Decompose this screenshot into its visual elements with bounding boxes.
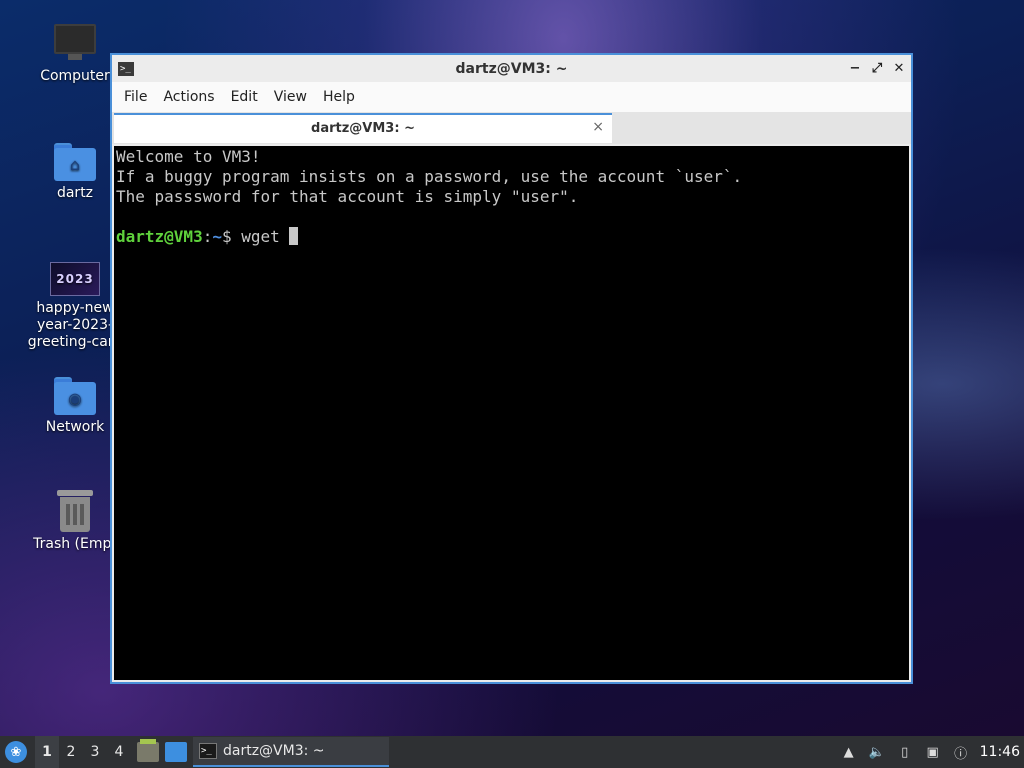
workspace-3[interactable]: 3 [83,736,107,768]
tray-expand-icon[interactable]: ▲ [840,743,858,761]
system-tray: ▲ 🔈 ▯ ▣ ⓘ [840,743,970,762]
network-folder-icon: ◉ [54,377,96,415]
home-folder-icon: ⌂ [54,143,96,181]
taskbar-task-terminal[interactable]: >_ dartz@VM3: ~ [193,737,389,767]
workspace-1[interactable]: 1 [35,736,59,768]
desktop-icon-label: dartz [56,185,94,201]
prompt-path: ~ [212,227,222,246]
prompt-symbol: $ [221,227,242,246]
start-menu-icon[interactable]: ❀ [5,741,27,763]
tab-label: dartz@VM3: ~ [311,121,415,136]
close-button[interactable]: ✕ [891,59,907,77]
taskbar: ❀ 1 2 3 4 >_ dartz@VM3: ~ ▲ 🔈 ▯ ▣ ⓘ 11:4… [0,736,1024,768]
prompt-colon: : [202,227,213,246]
volume-icon[interactable]: 🔈 [868,743,886,761]
tab-close-icon[interactable]: × [592,119,604,135]
terminal-icon: >_ [199,743,217,759]
computer-icon [54,24,96,64]
trash-icon [57,490,93,532]
menu-file[interactable]: File [116,82,155,112]
workspace-2[interactable]: 2 [59,736,83,768]
image-file-icon: 2023 [50,262,100,296]
maximize-button[interactable]: ⤢ [869,59,885,77]
window-title: dartz@VM3: ~ [455,60,568,77]
clock[interactable]: 11:46 [980,744,1020,760]
text-cursor [289,227,299,245]
network-icon[interactable]: ▣ [924,743,942,761]
terminal-line: The passsword for that account is simply… [116,187,579,206]
terminal-window: >_ dartz@VM3: ~ − ⤢ ✕ File Actions Edit … [110,53,913,684]
desktop-icon-label: Trash (Empt [33,536,117,552]
terminal-app-icon[interactable]: >_ [118,61,134,76]
clipboard-icon[interactable]: ▯ [896,743,914,761]
terminal-line: Welcome to VM3! [116,147,261,166]
menu-edit[interactable]: Edit [223,82,266,112]
command-input[interactable]: wget [241,227,289,246]
terminal-tab[interactable]: dartz@VM3: ~ × [114,113,612,143]
tab-bar: dartz@VM3: ~ × [112,112,911,144]
menu-actions[interactable]: Actions [155,82,222,112]
menu-view[interactable]: View [266,82,315,112]
window-titlebar[interactable]: >_ dartz@VM3: ~ − ⤢ ✕ [112,55,911,82]
minimize-button[interactable]: − [847,59,863,77]
window-controls: − ⤢ ✕ [847,59,907,77]
desktop-icon-label: happy-new year-2023- greeting-card [27,300,123,350]
menu-help[interactable]: Help [315,82,363,112]
prompt-user: dartz@VM3 [116,227,203,246]
show-desktop-icon[interactable] [165,742,187,762]
desktop-icon-label: Computer [40,68,110,84]
desktop-icon-label: Network [45,419,105,435]
workspace-4[interactable]: 4 [107,736,131,768]
file-manager-icon[interactable] [137,739,159,762]
terminal-line: If a buggy program insists on a password… [116,167,743,186]
menubar: File Actions Edit View Help [112,82,911,112]
task-label: dartz@VM3: ~ [223,743,325,759]
thumbnail-text: 2023 [56,271,94,286]
terminal-output[interactable]: Welcome to VM3! If a buggy program insist… [114,146,909,680]
terminal-prompt-line: dartz@VM3:~$ wget [116,227,907,247]
update-notifier-icon[interactable]: ⓘ [952,743,970,762]
